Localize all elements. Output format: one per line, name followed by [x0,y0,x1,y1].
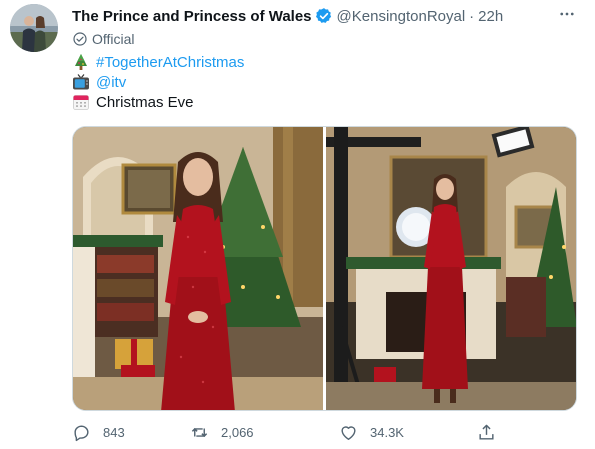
official-check-icon [72,31,88,47]
media-grid [72,126,577,411]
account-name[interactable]: The Prince and Princess of Wales [72,8,312,25]
official-label-text: Official [92,31,135,47]
photo-left[interactable] [73,127,323,410]
tweet-text-date: Christmas Eve [96,93,194,111]
tweet[interactable]: The Prince and Princess of Wales @Kensin… [0,0,595,449]
like-count: 34.3K [370,424,404,440]
photo-right[interactable] [325,127,576,410]
heart-icon [339,423,358,442]
retweet-count: 2,066 [221,424,254,440]
official-label: Official [72,29,135,49]
more-options-icon[interactable] [557,4,577,24]
tweet-header: The Prince and Princess of Wales @Kensin… [72,6,555,26]
hashtag-link[interactable]: #TogetherAtChristmas [96,54,244,71]
like-button[interactable]: 34.3K [339,420,404,444]
christmas-tree-icon [72,53,90,71]
retweet-button[interactable]: 2,066 [190,420,254,444]
retweet-icon [190,423,209,442]
tweet-actions: 843 2,066 34.3K [72,420,502,444]
share-button[interactable] [477,420,508,444]
tweet-line-date: Christmas Eve [72,92,194,112]
reply-count: 843 [103,424,125,440]
reply-button[interactable]: 843 [72,420,125,444]
television-icon [72,73,90,91]
tweet-line-mention: @itv [72,72,126,92]
calendar-icon [72,93,90,111]
avatar[interactable] [10,4,58,52]
verified-badge-icon [315,7,333,25]
mention-link[interactable]: @itv [96,74,126,91]
tweet-line-hashtag: #TogetherAtChristmas [72,52,244,72]
separator-dot: · [469,7,475,25]
account-handle[interactable]: @KensingtonRoyal [337,8,466,25]
tweet-timestamp[interactable]: 22h [478,8,503,25]
reply-icon [72,423,91,442]
share-icon [477,423,496,442]
